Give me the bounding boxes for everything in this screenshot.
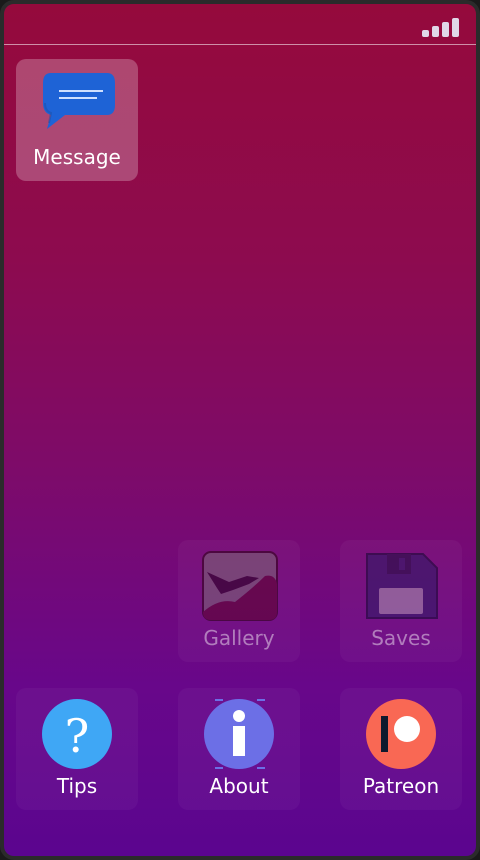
app-patreon[interactable]: Patreon [340,688,462,810]
app-gallery[interactable]: Gallery [178,540,300,662]
info-icon [204,699,274,769]
app-patreon-label: Patreon [362,774,440,798]
chat-bubble-icon [43,73,115,129]
signal-bars-icon [422,18,459,37]
app-saves[interactable]: Saves [340,540,462,662]
patreon-logo-icon [366,699,436,769]
floppy-disk-icon [366,553,438,619]
app-saves-label: Saves [371,626,431,650]
app-gallery-label: Gallery [203,626,275,650]
app-tips[interactable]: ? Tips [16,688,138,810]
app-tips-label: Tips [56,774,98,798]
gallery-icon [202,551,278,621]
app-message[interactable]: Message [16,59,138,181]
app-message-label: Message [33,145,121,169]
question-mark-icon: ? [42,699,112,769]
app-about[interactable]: About [178,688,300,810]
phone-screen: Message Gallery Saves ? Tips About Patre… [0,0,480,860]
svg-text:?: ? [65,709,90,763]
status-bar [4,4,476,45]
app-about-label: About [209,774,269,798]
